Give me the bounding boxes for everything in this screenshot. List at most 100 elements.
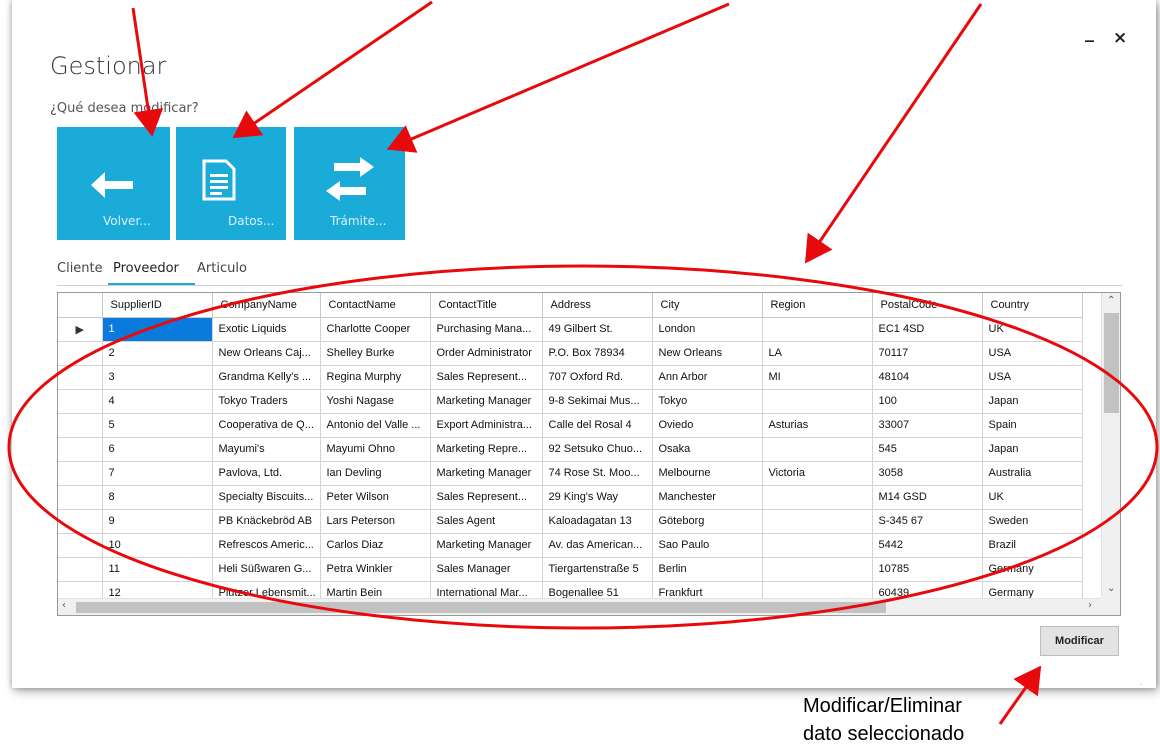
table-cell[interactable]: 9-8 Sekimai Mus... [542, 389, 653, 414]
table-cell[interactable]: Tokyo Traders [212, 389, 321, 414]
column-header[interactable]: PostalCode [872, 293, 983, 318]
table-cell[interactable]: Sao Paulo [652, 533, 763, 558]
table-cell[interactable]: Tiergartenstraße 5 [542, 557, 653, 582]
table-cell[interactable]: 5442 [872, 533, 983, 558]
table-cell[interactable]: Grandma Kelly's ... [212, 365, 321, 390]
table-row[interactable]: 10 Refrescos Americ... Carlos Diaz Marketin… [58, 533, 1083, 558]
table-row[interactable]: 12 Plutzer Lebensmit... Martin Bein Interna… [58, 581, 1083, 599]
row-header-cell[interactable] [58, 533, 103, 558]
table-cell[interactable]: Marketing Manager [430, 533, 543, 558]
table-cell[interactable]: Refrescos Americ... [212, 533, 321, 558]
table-cell[interactable]: 29 King's Way [542, 485, 653, 510]
table-cell[interactable]: 49 Gilbert St. [542, 317, 653, 342]
table-cell[interactable]: 11 [102, 557, 213, 582]
resize-grip-icon[interactable]: . [1140, 678, 1142, 687]
row-header-cell[interactable] [58, 413, 103, 438]
table-cell[interactable]: USA [982, 341, 1083, 366]
table-cell[interactable]: Frankfurt [652, 581, 763, 599]
table-row[interactable]: 2 New Orleans Caj... Shelley Burke Order Ad… [58, 341, 1083, 366]
table-cell[interactable]: Mayumi Ohno [320, 437, 431, 462]
table-cell[interactable]: Antonio del Valle ... [320, 413, 431, 438]
table-cell[interactable]: Regina Murphy [320, 365, 431, 390]
table-cell[interactable]: Ian Devling [320, 461, 431, 486]
row-header-cell[interactable] [58, 509, 103, 534]
data-tile-button[interactable]: Datos... [176, 127, 286, 240]
table-cell[interactable]: 8 [102, 485, 213, 510]
table-cell[interactable]: Charlotte Cooper [320, 317, 431, 342]
column-header[interactable]: CompanyName [212, 293, 321, 318]
table-cell[interactable]: New Orleans Caj... [212, 341, 321, 366]
table-cell[interactable]: 4 [102, 389, 213, 414]
table-row[interactable]: 9 PB Knäckebröd AB Lars Peterson Sales Agen… [58, 509, 1083, 534]
row-header-cell[interactable] [58, 581, 103, 599]
row-header-cell[interactable] [58, 485, 103, 510]
table-cell[interactable]: Berlin [652, 557, 763, 582]
table-cell[interactable]: Specialty Biscuits... [212, 485, 321, 510]
table-row[interactable]: 5 Cooperativa de Q... Antonio del Valle ..… [58, 413, 1083, 438]
table-cell[interactable]: Ann Arbor [652, 365, 763, 390]
table-cell[interactable]: PB Knäckebröd AB [212, 509, 321, 534]
table-cell[interactable]: 10 [102, 533, 213, 558]
table-cell[interactable]: Sales Manager [430, 557, 543, 582]
table-cell[interactable]: 74 Rose St. Moo... [542, 461, 653, 486]
table-cell[interactable]: Germany [982, 581, 1083, 599]
table-cell[interactable]: Cooperativa de Q... [212, 413, 321, 438]
column-header[interactable]: Region [762, 293, 873, 318]
table-cell[interactable]: 5 [102, 413, 213, 438]
table-cell[interactable]: 2 [102, 341, 213, 366]
table-cell[interactable]: 70117 [872, 341, 983, 366]
close-button[interactable]: × [1113, 28, 1127, 48]
table-cell[interactable]: 707 Oxford Rd. [542, 365, 653, 390]
table-cell[interactable]: Sales Represent... [430, 365, 543, 390]
table-cell[interactable]: Marketing Repre... [430, 437, 543, 462]
table-cell[interactable]: Sales Represent... [430, 485, 543, 510]
table-cell[interactable]: International Mar... [430, 581, 543, 599]
table-cell[interactable]: MI [762, 365, 873, 390]
table-cell[interactable]: Sweden [982, 509, 1083, 534]
scroll-right-icon[interactable]: › [1088, 600, 1092, 611]
table-cell[interactable]: 545 [872, 437, 983, 462]
table-cell[interactable]: Japan [982, 437, 1083, 462]
table-cell[interactable]: 33007 [872, 413, 983, 438]
table-cell[interactable]: Asturias [762, 413, 873, 438]
row-header-cell[interactable] [58, 557, 103, 582]
table-cell[interactable]: Marketing Manager [430, 389, 543, 414]
table-cell[interactable]: Marketing Manager [430, 461, 543, 486]
table-row[interactable]: 8 Specialty Biscuits... Peter Wilson Sales … [58, 485, 1083, 510]
table-cell[interactable]: Petra Winkler [320, 557, 431, 582]
table-cell[interactable]: Göteborg [652, 509, 763, 534]
table-cell[interactable]: Tokyo [652, 389, 763, 414]
table-row[interactable]: 11 Heli Süßwaren G... Petra Winkler Sales M… [58, 557, 1083, 582]
table-cell[interactable]: Export Administra... [430, 413, 543, 438]
procedure-tile-button[interactable]: Trámite... [294, 127, 405, 240]
table-cell[interactable]: UK [982, 317, 1083, 342]
modify-button[interactable]: Modificar [1040, 626, 1119, 656]
table-cell[interactable]: New Orleans [652, 341, 763, 366]
table-cell[interactable]: Manchester [652, 485, 763, 510]
table-cell[interactable]: Mayumi's [212, 437, 321, 462]
table-cell[interactable]: Victoria [762, 461, 873, 486]
vertical-scrollbar[interactable]: ⌃ ⌄ [1101, 293, 1120, 599]
table-cell[interactable]: M14 GSD [872, 485, 983, 510]
column-header[interactable]: Country [982, 293, 1083, 318]
table-row[interactable]: 7 Pavlova, Ltd. Ian Devling Marketing Manag… [58, 461, 1083, 486]
table-cell[interactable]: Brazil [982, 533, 1083, 558]
table-cell[interactable]: EC1 4SD [872, 317, 983, 342]
row-header-cell[interactable]: ▶ [58, 317, 103, 342]
table-cell[interactable]: 9 [102, 509, 213, 534]
table-cell[interactable]: Peter Wilson [320, 485, 431, 510]
row-header-cell[interactable] [58, 365, 103, 390]
table-cell[interactable]: Oviedo [652, 413, 763, 438]
table-cell[interactable]: Australia [982, 461, 1083, 486]
minimize-button[interactable]: _ [1085, 22, 1094, 43]
scroll-down-icon[interactable]: ⌄ [1107, 583, 1115, 594]
horizontal-scrollbar[interactable]: ‹ › [58, 598, 1102, 615]
table-cell[interactable]: 48104 [872, 365, 983, 390]
table-cell[interactable]: 60439 [872, 581, 983, 599]
suppliers-data-grid[interactable]: SupplierID CompanyName ContactName Conta… [57, 292, 1121, 616]
horizontal-scroll-thumb[interactable] [76, 602, 886, 613]
table-cell[interactable]: Sales Agent [430, 509, 543, 534]
tab-articulo[interactable]: Articulo [197, 261, 247, 276]
table-cell[interactable]: Bogenallee 51 [542, 581, 653, 599]
table-cell[interactable]: Heli Süßwaren G... [212, 557, 321, 582]
